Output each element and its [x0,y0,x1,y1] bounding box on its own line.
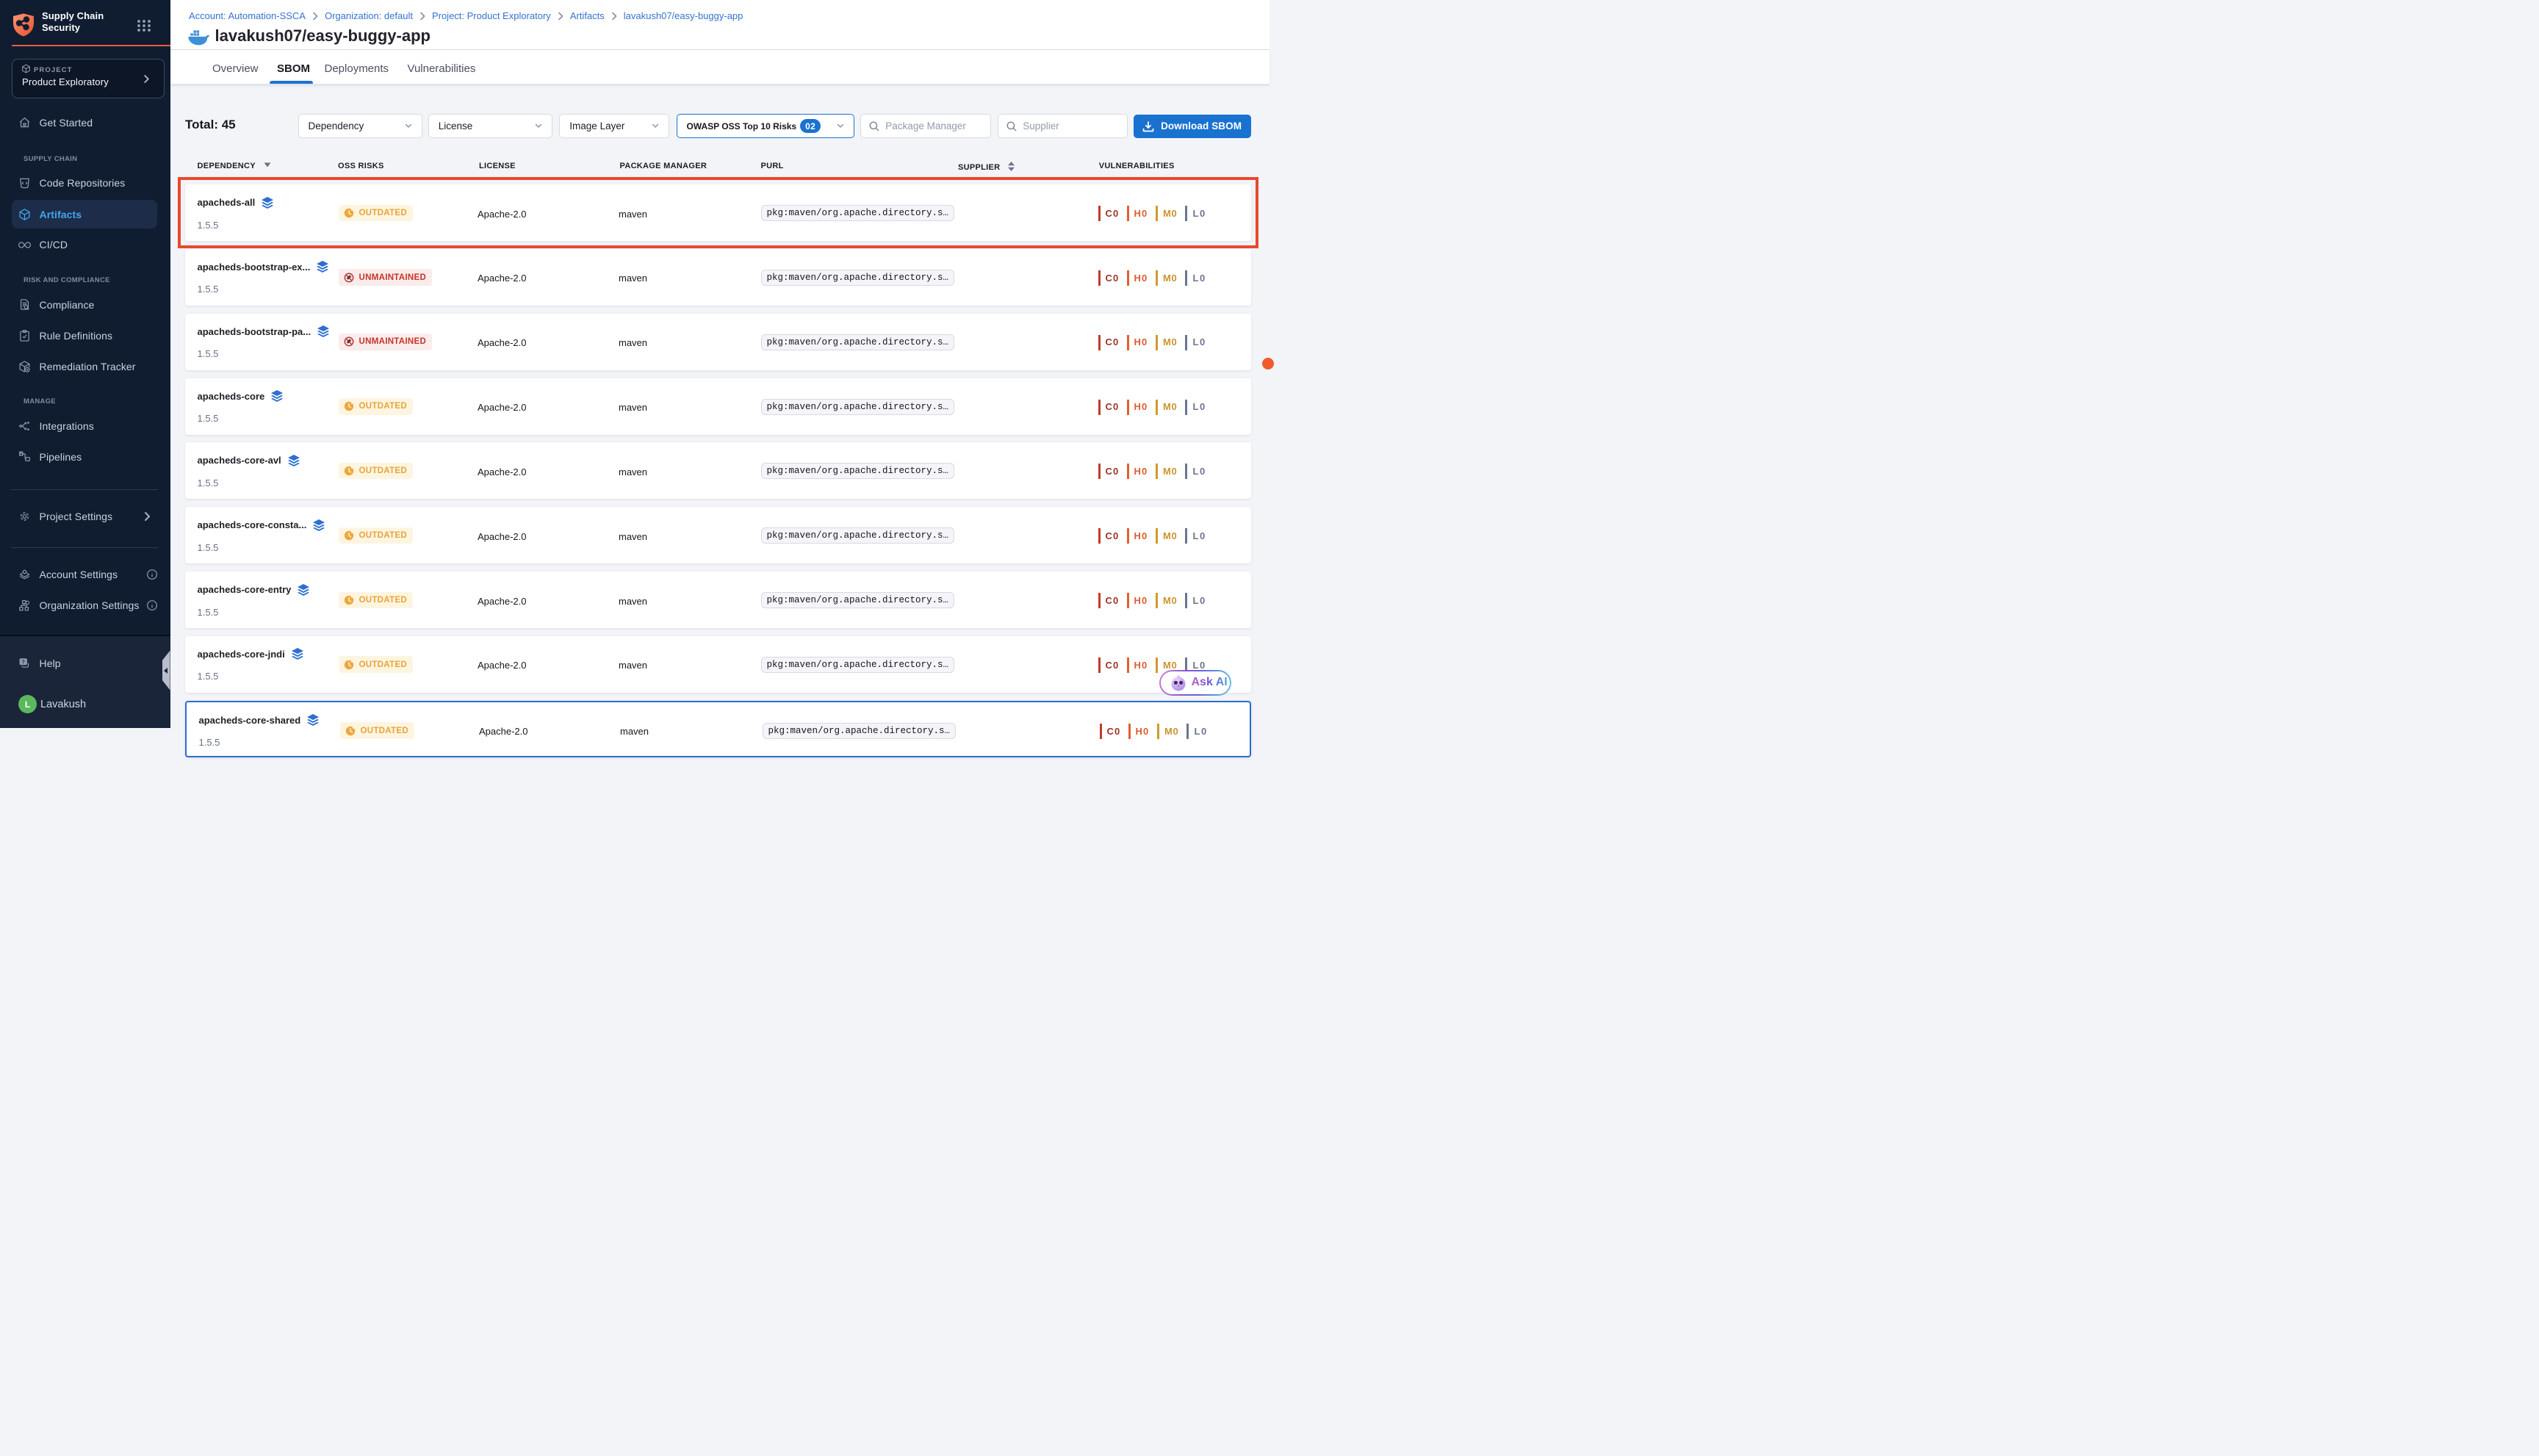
svg-text:?: ? [22,659,25,665]
